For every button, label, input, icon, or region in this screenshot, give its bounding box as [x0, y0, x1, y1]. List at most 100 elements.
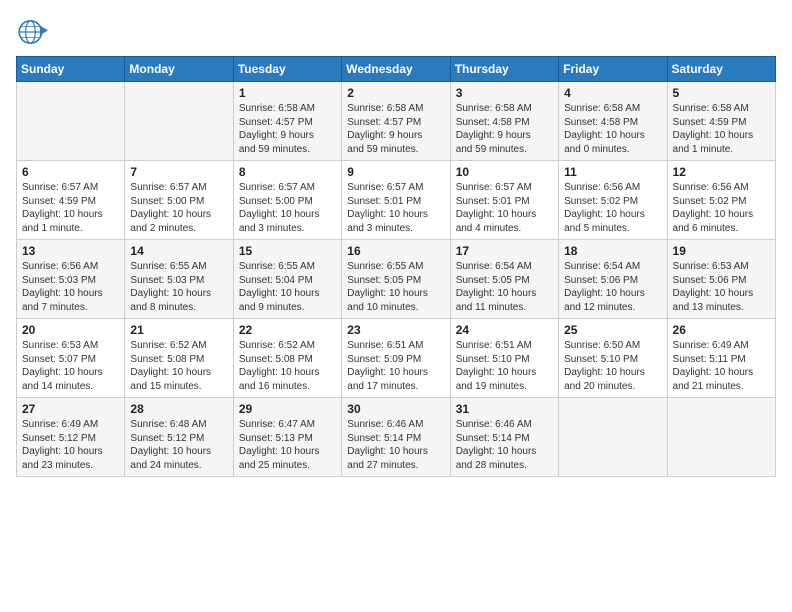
cell-content: Sunrise: 6:55 AM Sunset: 5:03 PM Dayligh… — [130, 260, 227, 314]
calendar-cell: 4 Sunrise: 6:58 AM Sunset: 4:58 PM Daylig… — [559, 82, 667, 161]
header-day-saturday: Saturday — [667, 57, 775, 82]
calendar-cell: 20Sunrise: 6:53 AM Sunset: 5:07 PM Dayli… — [17, 319, 125, 398]
day-number: 22 — [239, 323, 336, 337]
cell-content: Sunrise: 6:46 AM Sunset: 5:14 PM Dayligh… — [456, 418, 553, 472]
header-day-tuesday: Tuesday — [233, 57, 341, 82]
header-row: SundayMondayTuesdayWednesdayThursdayFrid… — [17, 57, 776, 82]
calendar-cell: 30 Sunrise: 6:46 AM Sunset: 5:14 PM Dayli… — [342, 398, 450, 477]
calendar-cell: 13 Sunrise: 6:56 AM Sunset: 5:03 PM Dayli… — [17, 240, 125, 319]
calendar-cell — [17, 82, 125, 161]
calendar-cell: 6 Sunrise: 6:57 AM Sunset: 4:59 PM Daylig… — [17, 161, 125, 240]
cell-content: Sunrise: 6:53 AM Sunset: 5:06 PM Dayligh… — [673, 260, 770, 314]
calendar-cell: 14 Sunrise: 6:55 AM Sunset: 5:03 PM Dayli… — [125, 240, 233, 319]
day-number: 28 — [130, 402, 227, 416]
calendar-cell: 25 Sunrise: 6:50 AM Sunset: 5:10 PM Dayli… — [559, 319, 667, 398]
calendar-cell: 19Sunrise: 6:53 AM Sunset: 5:06 PM Dayli… — [667, 240, 775, 319]
cell-content: Sunrise: 6:51 AM Sunset: 5:10 PM Dayligh… — [456, 339, 553, 393]
cell-content: Sunrise: 6:57 AM Sunset: 4:59 PM Dayligh… — [22, 181, 119, 235]
day-number: 30 — [347, 402, 444, 416]
header-day-monday: Monday — [125, 57, 233, 82]
calendar-cell: 3 Sunrise: 6:58 AM Sunset: 4:58 PM Daylig… — [450, 82, 558, 161]
day-number: 6 — [22, 165, 119, 179]
cell-content: Sunrise: 6:49 AM Sunset: 5:11 PM Dayligh… — [673, 339, 770, 393]
calendar-cell: 12 Sunrise: 6:56 AM Sunset: 5:02 PM Dayli… — [667, 161, 775, 240]
cell-content: Sunrise: 6:55 AM Sunset: 5:04 PM Dayligh… — [239, 260, 336, 314]
cell-content: Sunrise: 6:57 AM Sunset: 5:00 PM Dayligh… — [130, 181, 227, 235]
cell-content: Sunrise: 6:57 AM Sunset: 5:01 PM Dayligh… — [456, 181, 553, 235]
day-number: 16 — [347, 244, 444, 258]
calendar-cell — [559, 398, 667, 477]
cell-content: Sunrise: 6:56 AM Sunset: 5:03 PM Dayligh… — [22, 260, 119, 314]
calendar-cell: 15Sunrise: 6:55 AM Sunset: 5:04 PM Dayli… — [233, 240, 341, 319]
day-number: 2 — [347, 86, 444, 100]
cell-content: Sunrise: 6:47 AM Sunset: 5:13 PM Dayligh… — [239, 418, 336, 472]
day-number: 12 — [673, 165, 770, 179]
calendar-cell: 18Sunrise: 6:54 AM Sunset: 5:06 PM Dayli… — [559, 240, 667, 319]
calendar-cell: 26 Sunrise: 6:49 AM Sunset: 5:11 PM Dayli… — [667, 319, 775, 398]
calendar-cell — [667, 398, 775, 477]
calendar-cell: 8 Sunrise: 6:57 AM Sunset: 5:00 PM Daylig… — [233, 161, 341, 240]
cell-content: Sunrise: 6:55 AM Sunset: 5:05 PM Dayligh… — [347, 260, 444, 314]
day-number: 29 — [239, 402, 336, 416]
day-number: 26 — [673, 323, 770, 337]
week-row-4: 20Sunrise: 6:53 AM Sunset: 5:07 PM Dayli… — [17, 319, 776, 398]
day-number: 17 — [456, 244, 553, 258]
calendar-cell: 10 Sunrise: 6:57 AM Sunset: 5:01 PM Dayli… — [450, 161, 558, 240]
week-row-2: 6 Sunrise: 6:57 AM Sunset: 4:59 PM Daylig… — [17, 161, 776, 240]
page-header — [16, 16, 776, 48]
week-row-3: 13 Sunrise: 6:56 AM Sunset: 5:03 PM Dayli… — [17, 240, 776, 319]
header-day-sunday: Sunday — [17, 57, 125, 82]
cell-content: Sunrise: 6:56 AM Sunset: 5:02 PM Dayligh… — [673, 181, 770, 235]
logo-icon — [16, 16, 48, 48]
cell-content: Sunrise: 6:54 AM Sunset: 5:05 PM Dayligh… — [456, 260, 553, 314]
calendar-cell: 7 Sunrise: 6:57 AM Sunset: 5:00 PM Daylig… — [125, 161, 233, 240]
day-number: 25 — [564, 323, 661, 337]
cell-content: Sunrise: 6:58 AM Sunset: 4:57 PM Dayligh… — [239, 102, 336, 156]
day-number: 7 — [130, 165, 227, 179]
day-number: 1 — [239, 86, 336, 100]
day-number: 31 — [456, 402, 553, 416]
day-number: 13 — [22, 244, 119, 258]
cell-content: Sunrise: 6:50 AM Sunset: 5:10 PM Dayligh… — [564, 339, 661, 393]
calendar-cell: 2 Sunrise: 6:58 AM Sunset: 4:57 PM Daylig… — [342, 82, 450, 161]
cell-content: Sunrise: 6:51 AM Sunset: 5:09 PM Dayligh… — [347, 339, 444, 393]
cell-content: Sunrise: 6:58 AM Sunset: 4:58 PM Dayligh… — [564, 102, 661, 156]
day-number: 18 — [564, 244, 661, 258]
cell-content: Sunrise: 6:46 AM Sunset: 5:14 PM Dayligh… — [347, 418, 444, 472]
day-number: 14 — [130, 244, 227, 258]
cell-content: Sunrise: 6:57 AM Sunset: 5:01 PM Dayligh… — [347, 181, 444, 235]
day-number: 9 — [347, 165, 444, 179]
day-number: 24 — [456, 323, 553, 337]
calendar-cell: 23Sunrise: 6:51 AM Sunset: 5:09 PM Dayli… — [342, 319, 450, 398]
week-row-5: 27 Sunrise: 6:49 AM Sunset: 5:12 PM Dayli… — [17, 398, 776, 477]
calendar-cell: 17 Sunrise: 6:54 AM Sunset: 5:05 PM Dayli… — [450, 240, 558, 319]
calendar-cell — [125, 82, 233, 161]
day-number: 5 — [673, 86, 770, 100]
cell-content: Sunrise: 6:53 AM Sunset: 5:07 PM Dayligh… — [22, 339, 119, 393]
calendar-cell: 5Sunrise: 6:58 AM Sunset: 4:59 PM Daylig… — [667, 82, 775, 161]
day-number: 11 — [564, 165, 661, 179]
calendar-cell: 21Sunrise: 6:52 AM Sunset: 5:08 PM Dayli… — [125, 319, 233, 398]
header-day-friday: Friday — [559, 57, 667, 82]
day-number: 10 — [456, 165, 553, 179]
cell-content: Sunrise: 6:58 AM Sunset: 4:58 PM Dayligh… — [456, 102, 553, 156]
logo — [16, 16, 52, 48]
calendar-cell: 24 Sunrise: 6:51 AM Sunset: 5:10 PM Dayli… — [450, 319, 558, 398]
header-day-wednesday: Wednesday — [342, 57, 450, 82]
calendar-table: SundayMondayTuesdayWednesdayThursdayFrid… — [16, 56, 776, 477]
day-number: 21 — [130, 323, 227, 337]
calendar-cell: 9 Sunrise: 6:57 AM Sunset: 5:01 PM Daylig… — [342, 161, 450, 240]
day-number: 27 — [22, 402, 119, 416]
calendar-cell: 27 Sunrise: 6:49 AM Sunset: 5:12 PM Dayli… — [17, 398, 125, 477]
calendar-cell: 16 Sunrise: 6:55 AM Sunset: 5:05 PM Dayli… — [342, 240, 450, 319]
day-number: 3 — [456, 86, 553, 100]
calendar-cell: 11 Sunrise: 6:56 AM Sunset: 5:02 PM Dayli… — [559, 161, 667, 240]
cell-content: Sunrise: 6:56 AM Sunset: 5:02 PM Dayligh… — [564, 181, 661, 235]
cell-content: Sunrise: 6:58 AM Sunset: 4:57 PM Dayligh… — [347, 102, 444, 156]
cell-content: Sunrise: 6:49 AM Sunset: 5:12 PM Dayligh… — [22, 418, 119, 472]
day-number: 8 — [239, 165, 336, 179]
cell-content: Sunrise: 6:57 AM Sunset: 5:00 PM Dayligh… — [239, 181, 336, 235]
day-number: 4 — [564, 86, 661, 100]
cell-content: Sunrise: 6:48 AM Sunset: 5:12 PM Dayligh… — [130, 418, 227, 472]
calendar-cell: 28 Sunrise: 6:48 AM Sunset: 5:12 PM Dayli… — [125, 398, 233, 477]
